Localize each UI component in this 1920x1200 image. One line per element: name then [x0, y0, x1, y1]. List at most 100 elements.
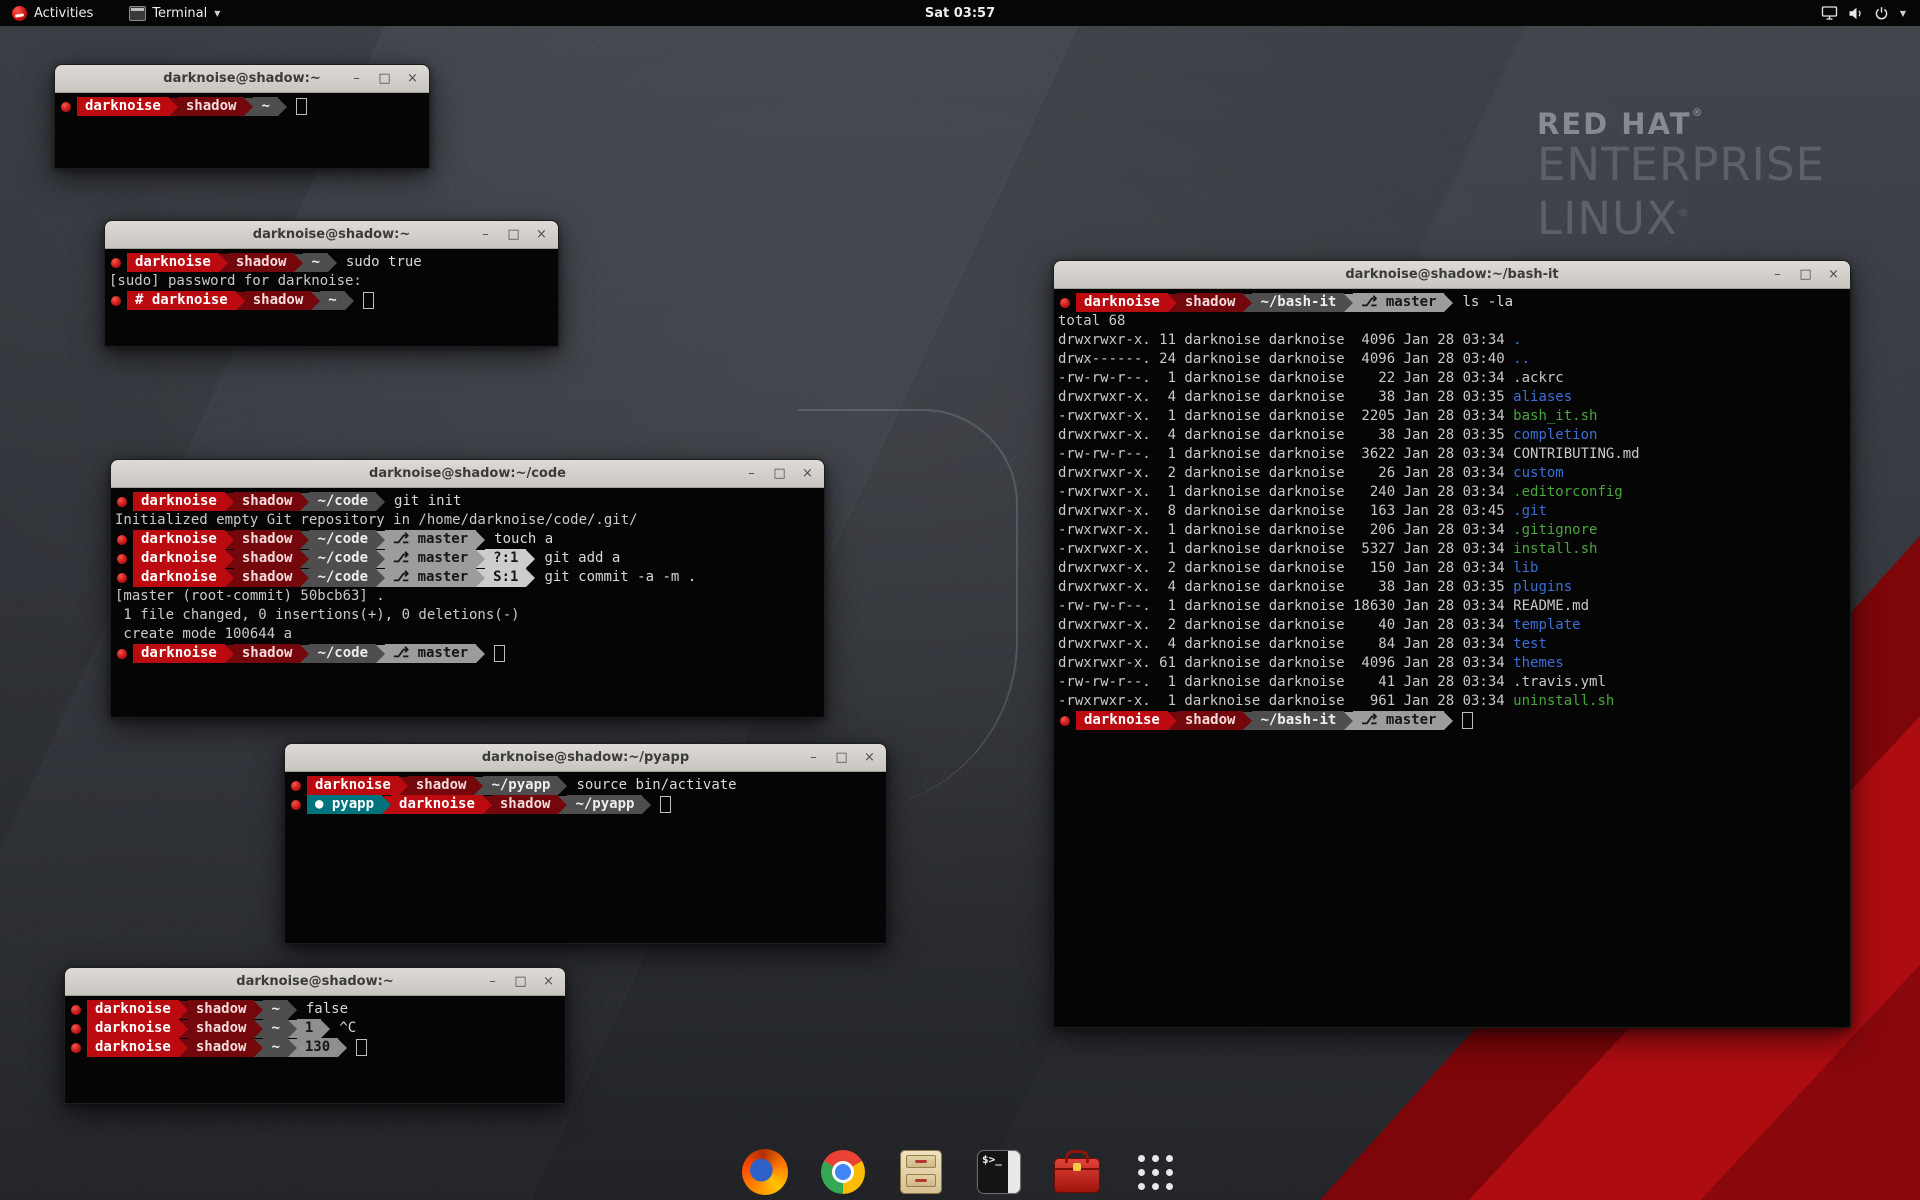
powerline-arrow-icon [169, 98, 178, 116]
file-name: template [1513, 617, 1580, 633]
powerline-arrow-icon [483, 796, 492, 814]
prompt-segment: darknoise [87, 1000, 179, 1019]
activities-button[interactable]: Activities [0, 0, 105, 26]
window-title: darknoise@shadow:~/bash-it [1345, 267, 1558, 282]
minimize-button[interactable]: – [478, 227, 493, 242]
maximize-button[interactable]: □ [513, 974, 528, 989]
terminal-line: darknoiseshadow~130 [69, 1038, 563, 1057]
powerline-arrow-icon [376, 569, 385, 587]
prompt-segment: ~ [253, 97, 277, 116]
system-status-area[interactable]: ▼ [1811, 0, 1916, 26]
minimize-button[interactable]: – [744, 466, 759, 481]
app-grid-dock-button[interactable] [1130, 1147, 1180, 1197]
terminal-line: Initialized empty Git repository in /hom… [115, 511, 822, 530]
prompt-segment: darknoise [133, 549, 225, 568]
powerline-arrow-icon [376, 493, 385, 511]
prompt-segment: ~/code [309, 492, 376, 511]
terminal-line: create mode 100644 a [115, 625, 822, 644]
prompt-segment: ⎇ master [385, 568, 476, 587]
prompt-segment: ~/pyapp [483, 776, 558, 795]
window-titlebar[interactable]: darknoise@shadow:~/pyapp–□× [285, 744, 886, 772]
powerline-arrow-icon [300, 645, 309, 663]
window-titlebar[interactable]: darknoise@shadow:~/bash-it –□ × [1054, 261, 1850, 289]
minimize-button[interactable]: – [1770, 267, 1785, 282]
maximize-button[interactable]: □ [1798, 267, 1813, 282]
terminal-line: -rwxrwxr-x. 1 darknoise darknoise 206 Ja… [1058, 521, 1848, 540]
prompt-segment: ~/code [309, 644, 376, 663]
maximize-button[interactable]: □ [506, 227, 521, 242]
window-controls: –□ × [478, 221, 549, 248]
close-button[interactable]: × [1826, 267, 1841, 282]
terminal-line: ● pyappdarknoiseshadow~/pyapp [289, 795, 884, 814]
file-name: .gitignore [1513, 522, 1597, 538]
terminal-content[interactable]: darknoiseshadow~/bash-it⎇ masterls -lato… [1054, 289, 1850, 730]
chevron-down-icon: ▼ [214, 9, 220, 18]
window-controls: –□ × [806, 744, 877, 771]
terminal-content[interactable]: darknoiseshadow~falsedarknoiseshadow~1^C… [65, 996, 565, 1057]
terminal-line: darknoiseshadow~/bash-it⎇ master [1058, 711, 1848, 730]
window-titlebar[interactable]: darknoise@shadow:~/code–□× [111, 460, 824, 488]
minimize-button[interactable]: – [806, 750, 821, 765]
maximize-button[interactable]: □ [772, 466, 787, 481]
prompt-segment: shadow [1177, 711, 1244, 730]
minimize-button[interactable]: – [485, 974, 500, 989]
clock[interactable]: Sat 03:57 [925, 6, 995, 21]
window-titlebar[interactable]: darknoise@shadow:~–□× [105, 221, 558, 249]
firefox-dock-button[interactable] [740, 1147, 790, 1197]
maximize-button[interactable]: □ [377, 71, 392, 86]
terminal-line: darknoiseshadow~/pyappsource bin/activat… [289, 776, 884, 795]
terminal-line: drwxrwxr-x. 8 darknoise darknoise 163 Ja… [1058, 502, 1848, 521]
close-button[interactable]: × [534, 227, 549, 242]
chevron-down-icon: ▼ [1900, 9, 1906, 18]
powerline-arrow-icon [476, 531, 485, 549]
prompt-segment: ● pyapp [307, 795, 382, 814]
close-button[interactable]: × [800, 466, 815, 481]
toolbox-dock-button[interactable] [1052, 1147, 1102, 1197]
window-titlebar[interactable]: darknoise@shadow:~–□× [55, 65, 429, 93]
window-titlebar[interactable]: darknoise@shadow:~–□× [65, 968, 565, 996]
powerline-arrow-icon [321, 1020, 330, 1038]
chrome-dock-button[interactable] [818, 1147, 868, 1197]
prompt-segment: ~/code [309, 530, 376, 549]
file-name: custom [1513, 465, 1564, 481]
app-grid-icon [1138, 1155, 1173, 1190]
close-button[interactable]: × [541, 974, 556, 989]
window-controls: –□ × [1770, 261, 1841, 288]
terminal-dock-button[interactable]: $>_ [974, 1147, 1024, 1197]
terminal-line: [master (root-commit) 50bcb63] . [115, 587, 822, 606]
terminal-content[interactable]: darknoiseshadow~ [55, 93, 429, 116]
terminal-line: total 68 [1058, 312, 1848, 331]
firefox-icon [742, 1149, 788, 1195]
terminal-line: -rw-rw-r--. 1 darknoise darknoise 3622 J… [1058, 445, 1848, 464]
prompt-segment: darknoise [133, 644, 225, 663]
powerline-arrow-icon [244, 98, 253, 116]
minimize-button[interactable]: – [349, 71, 364, 86]
prompt-segment: ⎇ master [385, 644, 476, 663]
terminal-icon: $>_ [977, 1150, 1021, 1194]
redhat-prompt-icon [111, 258, 121, 268]
terminal-content[interactable]: darknoiseshadow~sudo true[sudo] password… [105, 249, 558, 310]
prompt-segment: darknoise [1076, 711, 1168, 730]
powerline-arrow-icon [376, 531, 385, 549]
file-name: .. [1513, 351, 1530, 367]
redhat-prompt-icon [71, 1043, 81, 1053]
file-name: CONTRIBUTING.md [1513, 446, 1639, 462]
files-dock-button[interactable] [896, 1147, 946, 1197]
close-button[interactable]: × [405, 71, 420, 86]
file-name: .ackrc [1513, 370, 1564, 386]
prompt-segment: ⎇ master [385, 530, 476, 549]
file-name: uninstall.sh [1513, 693, 1614, 709]
prompt-segment: darknoise [77, 97, 169, 116]
powerline-arrow-icon [288, 1001, 297, 1019]
prompt-segment: # darknoise [127, 291, 236, 310]
terminal-content[interactable]: darknoiseshadow~/pyappsource bin/activat… [285, 772, 886, 814]
file-name: aliases [1513, 389, 1572, 405]
activities-label: Activities [34, 6, 93, 21]
maximize-button[interactable]: □ [834, 750, 849, 765]
close-button[interactable]: × [862, 750, 877, 765]
terminal-cursor [660, 796, 671, 813]
powerline-arrow-icon [474, 777, 483, 795]
terminal-line: darknoiseshadow~/code⎇ masterS:1git comm… [115, 568, 822, 587]
app-menu-terminal[interactable]: Terminal ▼ [119, 0, 230, 26]
terminal-content[interactable]: darknoiseshadow~/codegit initInitialized… [111, 488, 824, 663]
